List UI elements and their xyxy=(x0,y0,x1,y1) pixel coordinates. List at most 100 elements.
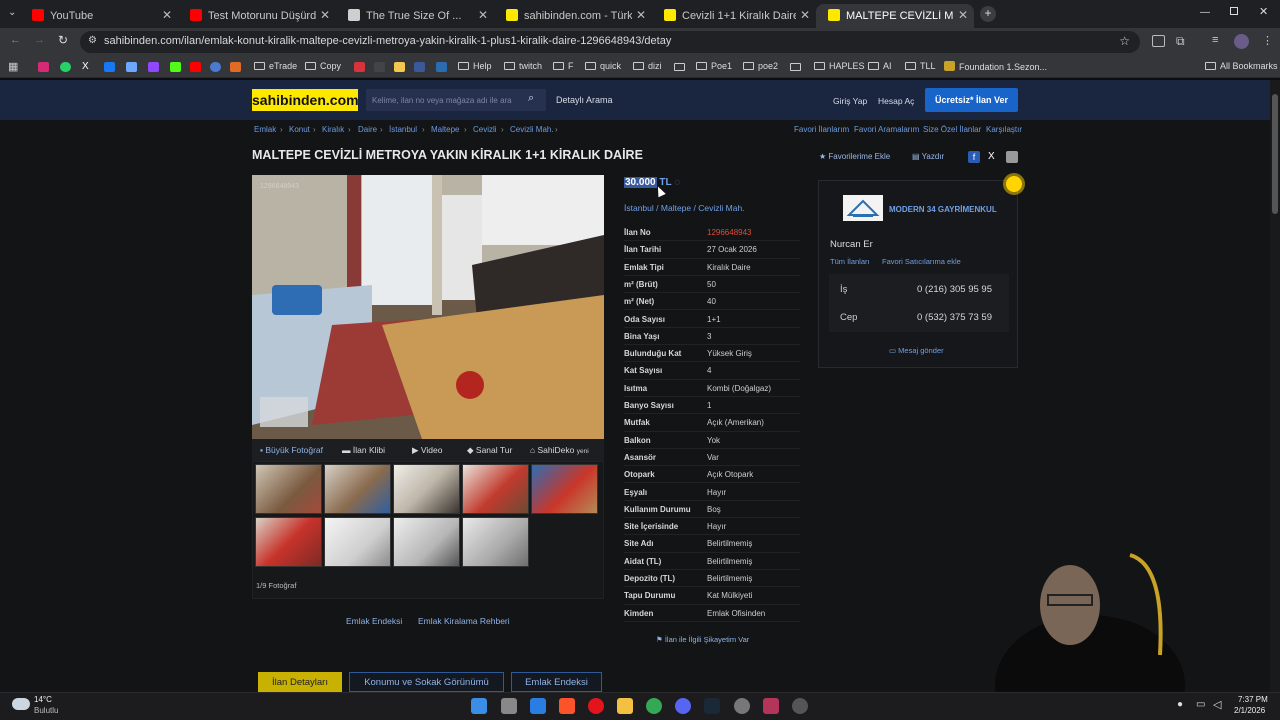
bookmark-dizi[interactable]: dizi xyxy=(633,61,662,71)
bookmark-icon[interactable] xyxy=(126,62,137,72)
bookmark-poe2[interactable]: poe2 xyxy=(743,61,778,71)
login-link[interactable]: Giriş Yap xyxy=(833,96,867,106)
app-icon[interactable] xyxy=(530,698,546,714)
extensions-puzzle-icon[interactable]: ⧉ xyxy=(1176,34,1185,49)
page-scrollbar[interactable] xyxy=(1270,80,1280,692)
bookmark-icon[interactable] xyxy=(394,62,405,72)
discord-icon[interactable] xyxy=(675,698,691,714)
breadcrumb-item[interactable]: Cevizli Mah. xyxy=(510,125,554,134)
real-estate-index-link[interactable]: Emlak Endeksi xyxy=(346,616,402,626)
photo-thumbnail[interactable] xyxy=(255,464,322,514)
mobile-phone[interactable]: 0 (532) 375 73 59 xyxy=(917,312,992,323)
tab-listing-clip[interactable]: ▬ İlan Klibi xyxy=(342,445,385,455)
add-favorite-button[interactable]: ★ Favorilerime Ekle xyxy=(819,152,890,161)
bookmark-copy[interactable]: Copy xyxy=(305,61,341,71)
new-tab-button[interactable]: + xyxy=(980,6,996,22)
folder-icon[interactable] xyxy=(674,63,685,71)
photo-thumbnail[interactable] xyxy=(324,517,391,567)
search-input[interactable]: Kelime, ilan no veya mağaza adı ile ara xyxy=(366,89,546,111)
clock-date[interactable]: 2/1/2026 xyxy=(1234,706,1265,715)
seller-logo[interactable] xyxy=(843,195,883,221)
app-icon[interactable] xyxy=(792,698,808,714)
clock-time[interactable]: 7:37 PM xyxy=(1238,695,1268,704)
bookmark-icon[interactable] xyxy=(354,62,365,72)
bookmark-haples[interactable]: HAPLES xyxy=(814,61,865,71)
search-icon[interactable]: ⌕ xyxy=(528,92,534,105)
browser-tab-active[interactable]: MALTEPE CEVİZLİ METROYA YA ✕ xyxy=(816,4,974,28)
facebook-icon[interactable]: f xyxy=(968,151,980,163)
post-ad-button[interactable]: Ücretsiz* İlan Ver xyxy=(925,88,1018,112)
photo-thumbnail[interactable] xyxy=(462,517,529,567)
breadcrumb-item[interactable]: Maltepe xyxy=(431,125,459,134)
bookmark-twitch[interactable]: twitch xyxy=(504,61,542,71)
location-district[interactable]: Maltepe xyxy=(661,203,691,213)
close-tab-icon[interactable]: ✕ xyxy=(162,8,172,22)
email-share-icon[interactable] xyxy=(1006,151,1018,163)
rental-guide-link[interactable]: Emlak Kiralama Rehberi xyxy=(418,616,510,626)
print-button[interactable]: ▤ Yazdır xyxy=(912,152,944,161)
back-icon[interactable]: ← xyxy=(10,34,21,46)
bookmark-icon[interactable] xyxy=(436,62,447,72)
breadcrumb-item[interactable]: Cevizli xyxy=(473,125,497,134)
photo-thumbnail[interactable] xyxy=(393,517,460,567)
tab-real-estate-index[interactable]: Emlak Endeksi xyxy=(511,672,602,692)
twitch-icon[interactable] xyxy=(148,62,159,72)
special-listings-link[interactable]: Size Özel İlanlar xyxy=(923,125,981,134)
bookmark-foundation[interactable]: Foundation 1.Sezon... xyxy=(944,61,1047,72)
browser-tab[interactable]: The True Size Of ... ✕ xyxy=(336,4,494,28)
kick-icon[interactable] xyxy=(170,62,181,72)
photo-thumbnail[interactable] xyxy=(255,517,322,567)
breadcrumb-item[interactable]: İstanbul xyxy=(389,125,417,134)
weather-temp[interactable]: 14°C xyxy=(34,695,52,704)
photo-thumbnail[interactable] xyxy=(531,464,598,514)
bookmark-star-icon[interactable]: ☆ xyxy=(1119,34,1130,48)
minimize-icon[interactable]: — xyxy=(1200,7,1210,18)
main-photo[interactable]: 1296648943 xyxy=(252,175,604,439)
bookmark-icon[interactable] xyxy=(104,62,115,72)
detailed-search-link[interactable]: Detaylı Arama xyxy=(556,95,613,105)
photo-thumbnail[interactable] xyxy=(462,464,529,514)
reading-list-icon[interactable]: ≡ xyxy=(1212,34,1218,46)
x-icon[interactable]: X xyxy=(82,61,89,72)
all-listings-link[interactable]: Tüm İlanları xyxy=(830,257,870,266)
bookmark-f[interactable]: F xyxy=(553,61,574,71)
bookmark-help[interactable]: Help xyxy=(458,61,492,71)
complaint-link[interactable]: ⚑ İlan ile İlgili Şikayetim Var xyxy=(656,635,749,644)
bookmark-quick[interactable]: quick xyxy=(585,61,621,71)
profile-avatar[interactable] xyxy=(1234,34,1249,49)
close-tab-icon[interactable]: ✕ xyxy=(800,8,810,22)
tab-sahideko[interactable]: ⌂ SahiDeko yeni xyxy=(530,445,589,455)
volume-icon[interactable]: ◁ xyxy=(1213,698,1221,711)
browser-tab[interactable]: YouTube ✕ xyxy=(20,4,178,28)
bookmark-tll[interactable]: TLL xyxy=(905,61,936,71)
photo-thumbnail[interactable] xyxy=(393,464,460,514)
youtube-icon[interactable] xyxy=(190,62,201,72)
breadcrumb-item[interactable]: Konut xyxy=(289,125,310,134)
location-neighborhood[interactable]: Cevizli Mah. xyxy=(698,203,744,213)
tab-video[interactable]: ▶ Video xyxy=(412,445,443,456)
tab-listing-details[interactable]: İlan Detayları xyxy=(258,672,342,692)
bookmark-ai[interactable]: AI xyxy=(868,61,892,71)
site-logo[interactable]: sahibinden.com xyxy=(252,89,359,111)
close-tab-icon[interactable]: ✕ xyxy=(478,8,488,22)
microphone-icon[interactable]: ● xyxy=(1177,699,1183,710)
apps-grid-icon[interactable]: ▦ xyxy=(8,60,18,73)
windows-start-icon[interactable] xyxy=(471,698,487,714)
close-tab-icon[interactable]: ✕ xyxy=(636,8,646,22)
close-tab-icon[interactable]: ✕ xyxy=(958,8,968,22)
compare-link[interactable]: Karşılaştır xyxy=(986,125,1022,134)
bookmark-icon[interactable] xyxy=(210,62,221,72)
favorite-seller-link[interactable]: Favori Satıcılarıma ekle xyxy=(882,257,961,266)
scrollbar-thumb[interactable] xyxy=(1272,94,1278,214)
favorite-searches-link[interactable]: Favori Aramalarım xyxy=(854,125,919,134)
bookmark-icon[interactable] xyxy=(414,62,425,72)
photo-thumbnail[interactable] xyxy=(324,464,391,514)
browser-tab[interactable]: Cevizli 1+1 Kiralık Daire Fiyatlar ✕ xyxy=(652,4,816,28)
tab-large-photo[interactable]: ▪ Büyük Fotoğraf xyxy=(260,445,323,455)
whatsapp-icon[interactable] xyxy=(60,62,71,72)
send-message-button[interactable]: ▭ Mesaj gönder xyxy=(889,346,944,355)
price-history-icon[interactable]: ◌ xyxy=(674,177,680,188)
browser-tab[interactable]: Test Motorunu Düşürdü Ama.. ✕ xyxy=(178,4,336,28)
extension-icon[interactable] xyxy=(1152,35,1165,47)
breadcrumb-item[interactable]: Daire xyxy=(358,125,377,134)
